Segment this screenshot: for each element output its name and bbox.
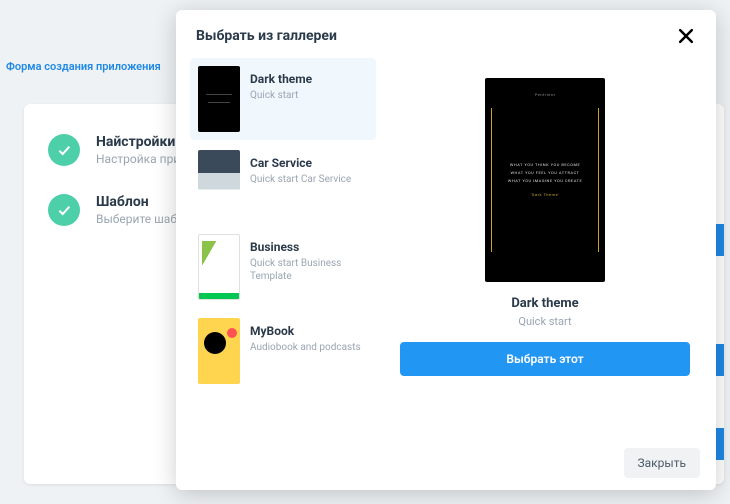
- preview-title: Dark theme: [511, 296, 578, 311]
- preview-text: WHAT YOU THINK YOU BECOME WHAT YOU FEEL …: [505, 161, 585, 199]
- template-thumb: [198, 234, 240, 300]
- template-thumb: [198, 66, 240, 132]
- template-item-title: Business: [250, 240, 368, 254]
- preview-brand: Pentrient: [535, 92, 556, 97]
- preview-sub: Quick start: [518, 315, 571, 328]
- template-item-sub: Quick start Car Service: [250, 173, 351, 186]
- template-list[interactable]: Dark theme Quick start Car Service Quick st…: [190, 58, 380, 436]
- template-item-title: MyBook: [250, 324, 361, 338]
- select-template-button[interactable]: Выбрать этот: [400, 342, 690, 376]
- modal-header: Выбрать из галлереи: [176, 10, 716, 58]
- template-item-1[interactable]: Car Service Quick start Car Service: [190, 142, 376, 224]
- template-item-2[interactable]: Business Quick start Business Template: [190, 226, 376, 308]
- template-thumb: [198, 318, 240, 384]
- preview-pane: Pentrient WHAT YOU THINK YOU BECOME WHAT…: [388, 58, 702, 436]
- template-item-3[interactable]: MyBook Audiobook and podcasts: [190, 310, 376, 392]
- template-item-sub: Quick start Business Template: [250, 257, 368, 283]
- modal-footer: Закрыть: [176, 436, 716, 490]
- template-thumb: [198, 150, 240, 216]
- check-icon: [48, 134, 80, 166]
- template-item-sub: Audiobook and podcasts: [250, 341, 361, 354]
- gallery-modal: Выбрать из галлереи Dark theme Quick star…: [176, 10, 716, 490]
- check-icon: [48, 194, 80, 226]
- modal-body: Dark theme Quick start Car Service Quick st…: [176, 58, 716, 436]
- template-item-title: Car Service: [250, 156, 351, 170]
- breadcrumb-link[interactable]: Форма создания приложения: [6, 60, 161, 73]
- preview-image: Pentrient WHAT YOU THINK YOU BECOME WHAT…: [485, 78, 605, 282]
- close-button[interactable]: Закрыть: [624, 448, 700, 478]
- close-icon[interactable]: [676, 26, 696, 46]
- template-item-title: Dark theme: [250, 72, 312, 86]
- template-item-0[interactable]: Dark theme Quick start: [190, 58, 376, 140]
- template-item-sub: Quick start: [250, 89, 312, 102]
- modal-title: Выбрать из галлереи: [196, 28, 337, 44]
